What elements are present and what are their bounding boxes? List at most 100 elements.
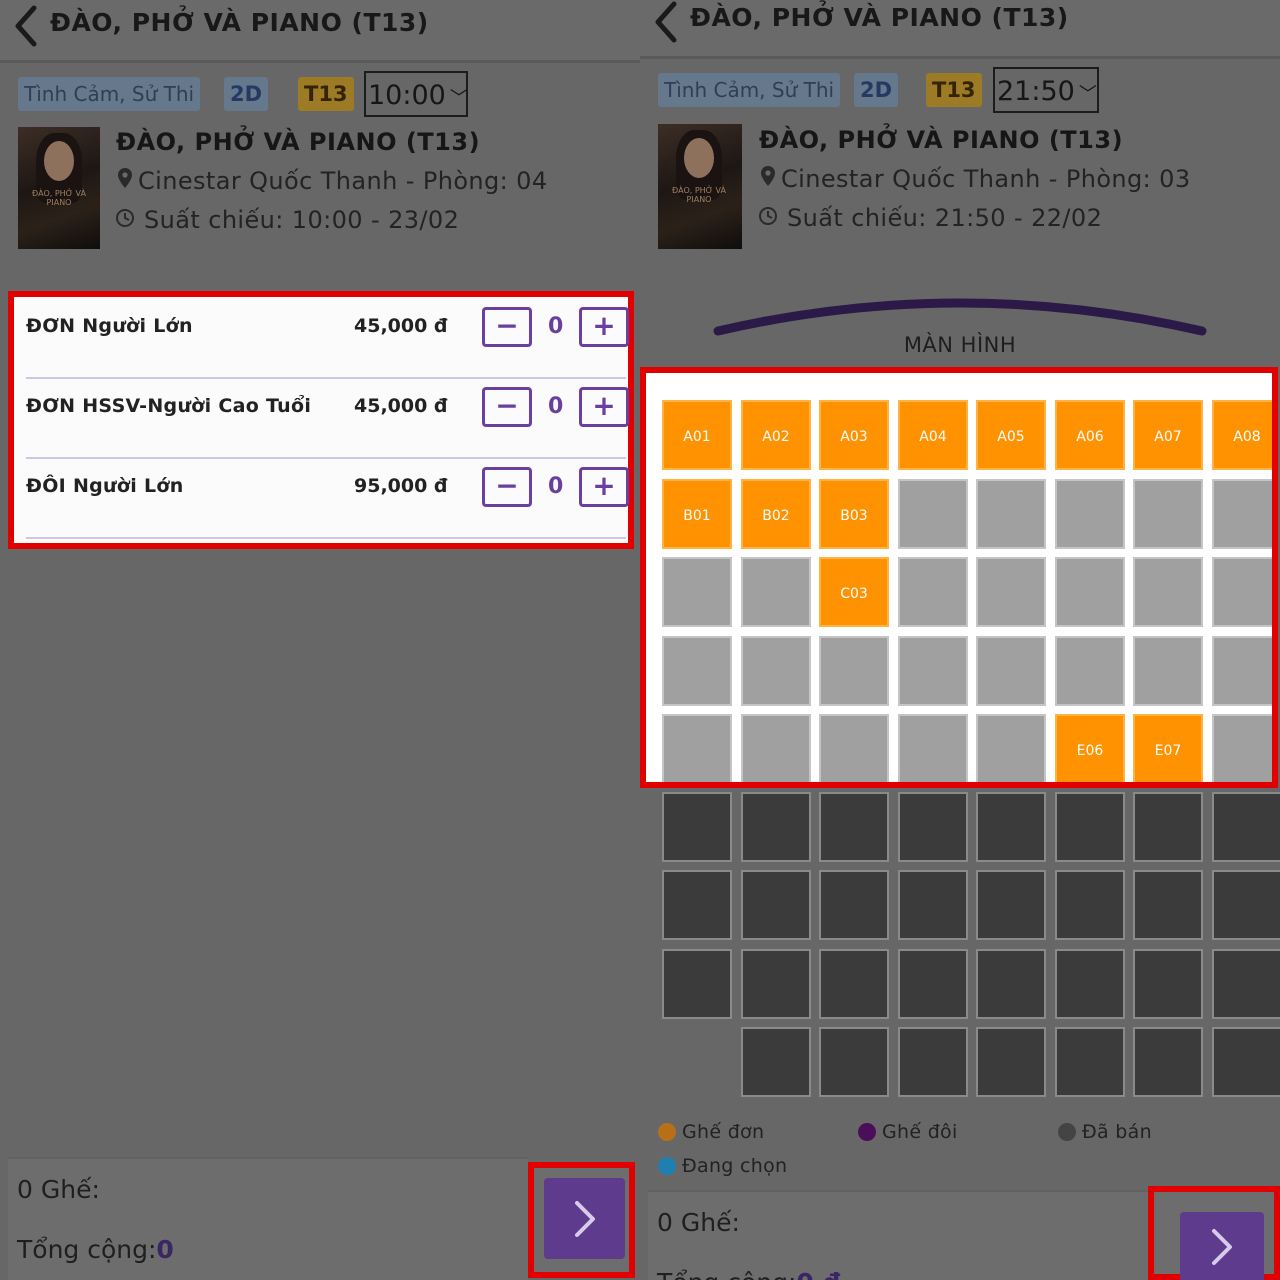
seat-sold [662, 792, 732, 862]
seat-sold [898, 714, 968, 782]
showtime-select[interactable]: 21:50 ﹀ [993, 67, 1099, 113]
seat-sold [1055, 949, 1125, 1019]
seat[interactable]: A08 [1212, 400, 1272, 470]
increase-button[interactable]: + [579, 387, 629, 427]
total-label: Tổng cộng: [17, 1235, 157, 1264]
seat-sold [1212, 792, 1280, 862]
seat-sold [741, 557, 811, 627]
order-summary: 0 Ghế: Tổng cộng:0 [8, 1157, 528, 1280]
seat-sold [898, 792, 968, 862]
legend-label: Ghế đôi [882, 1121, 958, 1143]
showtime-value: 10:00 [368, 80, 446, 111]
seat-sold [662, 714, 732, 782]
seat-sold [1133, 636, 1203, 706]
seat-sold [1212, 949, 1280, 1019]
ticket-qty: 0 [548, 474, 564, 499]
legend-label: Ghế đơn [682, 1121, 765, 1143]
seat-sold [898, 557, 968, 627]
format-badge: 2D [854, 73, 899, 107]
seat[interactable]: A06 [1055, 400, 1125, 470]
seat-sold [1055, 557, 1125, 627]
ticket-price: 95,000 đ [354, 475, 448, 497]
seat-sold [1133, 870, 1203, 940]
seat[interactable]: B02 [741, 479, 811, 549]
legend-double: Ghế đôi [858, 1121, 958, 1143]
seat-sold [976, 557, 1046, 627]
seat-sold [1055, 636, 1125, 706]
total-value: 0 [156, 1235, 174, 1264]
map-pin-icon [116, 167, 138, 195]
chevron-down-icon: ﹀ [1078, 84, 1097, 105]
seat-sold [976, 949, 1046, 1019]
increase-button[interactable]: + [579, 307, 629, 347]
seat-sold [976, 479, 1046, 549]
ticket-qty: 0 [548, 394, 564, 419]
seat[interactable]: E06 [1055, 714, 1125, 782]
left-screen: ĐÀO, PHỞ VÀ PIANO (T13) Tình Cảm, Sử Thi… [0, 0, 640, 1280]
total-price: Tổng cộng:0 đ [657, 1268, 840, 1280]
ticket-row: ĐƠN HSSV-Người Cao Tuổi 45,000 đ − 0 + [26, 377, 629, 459]
seat-map: A01 A02 A03 A04 A05 A06 A07 A08 B01 B02 … [640, 367, 1278, 788]
genre-badge: Tình Cảm, Sử Thi [18, 77, 201, 111]
age-badge: T13 [298, 77, 354, 111]
seat[interactable]: B03 [819, 479, 889, 549]
seat[interactable]: A03 [819, 400, 889, 470]
seat-sold [819, 1027, 889, 1097]
clock-icon [757, 204, 779, 232]
seat-sold [898, 1027, 968, 1097]
legend-label: Đã bán [1082, 1121, 1152, 1143]
ticket-qty: 0 [548, 314, 564, 339]
seat[interactable]: A02 [741, 400, 811, 470]
seat[interactable]: A04 [898, 400, 968, 470]
back-icon[interactable] [650, 0, 680, 48]
legend-selecting: Đang chọn [658, 1155, 787, 1177]
legend-single: Ghế đơn [658, 1121, 764, 1143]
seat[interactable]: A05 [976, 400, 1046, 470]
header-title: ĐÀO, PHỞ VÀ PIANO (T13) [50, 8, 429, 37]
double-seat-dot [858, 1123, 876, 1141]
movie-location: Cinestar Quốc Thanh - Phòng: 04 [116, 167, 548, 195]
seat[interactable]: A01 [662, 400, 732, 470]
ticket-price: 45,000 đ [354, 395, 448, 417]
next-button[interactable] [1180, 1212, 1264, 1280]
showtime-text: Suất chiếu: 21:50 - 22/02 [787, 204, 1103, 232]
decrease-button[interactable]: − [482, 307, 532, 347]
seat-sold [1133, 949, 1203, 1019]
next-button[interactable] [544, 1178, 625, 1259]
chevron-right-icon [574, 1200, 595, 1237]
seat-sold [1212, 714, 1272, 782]
seat[interactable]: C03 [819, 557, 889, 627]
seat-sold [741, 636, 811, 706]
clock-icon [114, 206, 136, 234]
location-text: Cinestar Quốc Thanh - Phòng: 04 [138, 167, 548, 195]
movie-poster: ĐÀO, PHỞ VÀ PIANO [18, 127, 100, 249]
seat[interactable]: A07 [1133, 400, 1203, 470]
seat-sold [662, 557, 732, 627]
seat-sold [1055, 870, 1125, 940]
seat-sold [1212, 870, 1280, 940]
seat-sold [662, 870, 732, 940]
decrease-button[interactable]: − [482, 467, 532, 507]
seat-sold [1133, 479, 1203, 549]
seat[interactable]: E07 [1133, 714, 1203, 782]
ticket-price: 45,000 đ [354, 315, 448, 337]
genre-badge: Tình Cảm, Sử Thi [658, 73, 841, 107]
seat-sold [1133, 792, 1203, 862]
total-price: Tổng cộng:0 [17, 1235, 174, 1264]
increase-button[interactable]: + [579, 467, 629, 507]
back-icon[interactable] [10, 4, 40, 52]
legend-sold: Đã bán [1058, 1121, 1152, 1143]
movie-title: ĐÀO, PHỞ VÀ PIANO (T13) [116, 128, 481, 156]
movie-title: ĐÀO, PHỞ VÀ PIANO (T13) [759, 126, 1124, 154]
seat-sold [976, 1027, 1046, 1097]
decrease-button[interactable]: − [482, 387, 532, 427]
seat-sold [1212, 557, 1272, 627]
seat-sold [819, 949, 889, 1019]
seat-sold [1212, 479, 1272, 549]
single-seat-dot [658, 1123, 676, 1141]
order-summary: 0 Ghế: Tổng cộng:0 đ [648, 1190, 1148, 1280]
showtime-select[interactable]: 10:00 ﹀ [364, 71, 468, 117]
seat-sold [662, 949, 732, 1019]
movie-location: Cinestar Quốc Thanh - Phòng: 03 [759, 165, 1191, 193]
seat[interactable]: B01 [662, 479, 732, 549]
